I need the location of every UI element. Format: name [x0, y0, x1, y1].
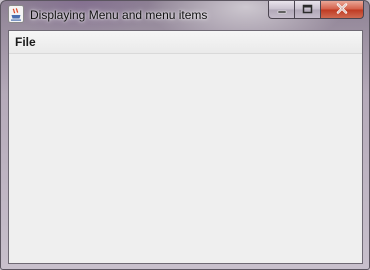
menu-file[interactable]: File — [14, 34, 37, 50]
window-controls — [268, 1, 364, 20]
minimize-button[interactable] — [268, 1, 294, 19]
content-pane — [9, 54, 362, 263]
close-button[interactable] — [320, 1, 364, 19]
maximize-button[interactable] — [294, 1, 320, 19]
menu-bar: File — [9, 31, 362, 54]
close-icon — [336, 1, 348, 19]
client-area: File — [8, 30, 363, 264]
maximize-icon — [302, 1, 313, 19]
minimize-icon — [277, 1, 287, 19]
window-title: Displaying Menu and menu items — [30, 8, 208, 22]
java-app-icon[interactable] — [8, 5, 24, 23]
application-window: Displaying Menu and menu items File — [0, 0, 370, 270]
title-bar[interactable]: Displaying Menu and menu items — [1, 1, 369, 29]
